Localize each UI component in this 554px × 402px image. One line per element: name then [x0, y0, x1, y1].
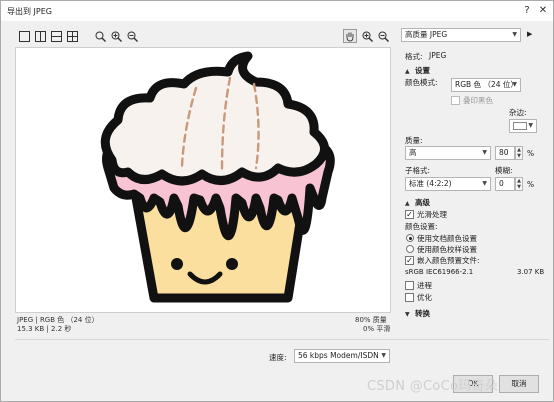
- split-vertical-icon[interactable]: [33, 29, 47, 43]
- overprint-checkbox[interactable]: [451, 96, 460, 105]
- quality-percent: %: [527, 149, 535, 158]
- transform-header-label: 转换: [415, 309, 430, 318]
- subformat-dropdown[interactable]: 标准 (4:2:2) ▼: [405, 177, 491, 191]
- blur-label: 模糊:: [495, 166, 513, 175]
- preview-size-info: 15.3 KB | 2.2 秒: [17, 325, 72, 333]
- settings-header-label: 设置: [415, 66, 430, 75]
- preview-toolbar: [15, 27, 391, 45]
- quality-number: 80: [499, 148, 509, 157]
- quad-view-icon[interactable]: [65, 29, 79, 43]
- zoom-out-icon[interactable]: [376, 29, 390, 43]
- preset-menu-arrow-icon[interactable]: ▶: [527, 30, 532, 38]
- preset-value: 高质量 JPEG: [405, 30, 448, 39]
- quality-input[interactable]: 80: [495, 146, 515, 160]
- close-button[interactable]: ✕: [535, 3, 551, 19]
- zoom-in-icon[interactable]: [360, 29, 374, 43]
- chevron-down-icon: ▼: [512, 81, 517, 88]
- speed-label: 速度:: [269, 353, 287, 362]
- preview-smooth-info: 0% 平滑: [363, 325, 391, 333]
- single-view-icon[interactable]: [17, 29, 31, 43]
- color-mode-dropdown[interactable]: RGB 色 （24 位） ▼: [451, 78, 521, 92]
- blur-input[interactable]: 0: [495, 177, 515, 191]
- transform-section-header[interactable]: ▼ 转换: [405, 308, 430, 319]
- subformat-value: 标准 (4:2:2): [409, 179, 452, 188]
- watermark: CSDN @CoCo玛奇朵: [367, 379, 499, 394]
- preview-pane[interactable]: [15, 47, 391, 313]
- advanced-header-label: 高级: [415, 198, 430, 207]
- blur-percent: %: [527, 180, 535, 189]
- embed-profile-label: 嵌入颜色预置文件:: [417, 256, 480, 265]
- settings-panel: 高质量 JPEG ▼ ▶ 格式: JPEG ▲ 设置 颜色模式: RGB 色 （2…: [399, 27, 549, 327]
- use-proof-colors-radio[interactable]: [406, 245, 414, 253]
- optimize-checkbox[interactable]: [405, 293, 414, 302]
- matte-color-picker[interactable]: ▼: [509, 119, 537, 133]
- settings-section-header[interactable]: ▲ 设置: [405, 65, 430, 76]
- quality-stepper[interactable]: ▲ ▼: [515, 146, 523, 160]
- profile-name: sRGB IEC61966-2.1: [405, 268, 474, 276]
- format-label: 格式:: [405, 52, 423, 61]
- blur-stepper[interactable]: ▲ ▼: [515, 177, 523, 191]
- preset-dropdown[interactable]: 高质量 JPEG ▼: [401, 28, 521, 42]
- chevron-down-icon: ▼: [528, 122, 533, 129]
- color-mode-value: RGB 色 （24 位）: [455, 80, 518, 89]
- use-doc-colors-label: 使用文档颜色设置: [417, 234, 477, 243]
- matte-label: 杂边:: [509, 108, 527, 117]
- chevron-down-icon: ▼: [512, 31, 517, 38]
- chevron-down-icon: ▼: [381, 352, 386, 359]
- matte-swatch: [513, 122, 527, 130]
- color-mode-label: 颜色模式:: [405, 78, 438, 87]
- blur-number: 0: [499, 179, 504, 188]
- speed-value: 56 kbps Modem/ISDN: [298, 351, 379, 360]
- antialias-label: 光滑处理: [417, 210, 447, 219]
- format-value: JPEG: [429, 51, 447, 60]
- subformat-label: 子格式:: [405, 166, 431, 175]
- advanced-section-header[interactable]: ▲ 高级: [405, 197, 430, 208]
- split-horizontal-icon[interactable]: [49, 29, 63, 43]
- export-dialog: 导出到 JPEG ? ✕ JPEG | RGB 色 （24 位） 15.3 KB…: [0, 0, 554, 402]
- profile-size: 3.07 KB: [517, 268, 545, 276]
- hand-icon[interactable]: [343, 29, 357, 43]
- optimize-label: 优化: [417, 293, 432, 302]
- overprint-label: 叠印黑色: [463, 96, 493, 105]
- color-settings-label: 颜色设置:: [405, 222, 438, 231]
- chevron-down-icon: ▼: [482, 149, 487, 156]
- speed-dropdown[interactable]: 56 kbps Modem/ISDN ▼: [294, 349, 390, 363]
- antialias-checkbox[interactable]: ✓: [405, 210, 414, 219]
- use-doc-colors-radio[interactable]: [406, 234, 414, 242]
- progressive-checkbox[interactable]: [405, 281, 414, 290]
- left-eye: [171, 258, 183, 270]
- zoom-fit-icon[interactable]: [93, 29, 107, 43]
- expand-icon: ▼: [405, 311, 410, 318]
- zoom-in-icon[interactable]: [109, 29, 123, 43]
- use-proof-colors-label: 使用颜色校样设置: [417, 245, 477, 254]
- collapse-icon: ▲: [405, 68, 410, 75]
- quality-value: 高: [409, 148, 417, 157]
- cupcake-illustration: [100, 51, 335, 303]
- quality-label: 质量:: [405, 136, 423, 145]
- chevron-down-icon: ▼: [482, 180, 487, 187]
- progressive-label: 进程: [417, 281, 432, 290]
- divider: [15, 339, 549, 340]
- zoom-out-icon[interactable]: [125, 29, 139, 43]
- quality-dropdown[interactable]: 高 ▼: [405, 146, 491, 160]
- help-button[interactable]: ?: [519, 3, 535, 19]
- right-eye: [226, 258, 238, 270]
- window-title: 导出到 JPEG: [7, 7, 52, 16]
- embed-profile-checkbox[interactable]: ✓: [405, 256, 414, 265]
- collapse-icon: ▲: [405, 200, 410, 207]
- title-bar: 导出到 JPEG ? ✕: [1, 1, 553, 21]
- cancel-button[interactable]: 取消: [499, 375, 539, 393]
